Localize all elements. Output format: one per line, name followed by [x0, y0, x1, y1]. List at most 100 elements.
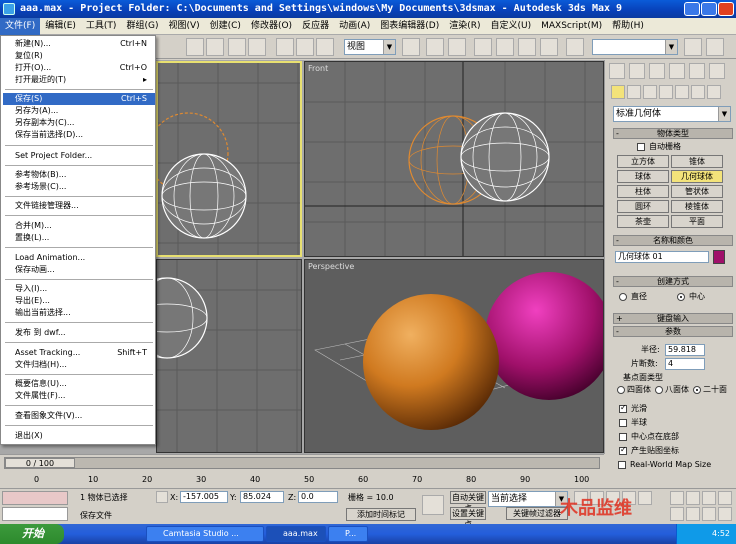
- shapes-icon[interactable]: [627, 85, 641, 99]
- maxscript-mini[interactable]: [2, 507, 68, 521]
- select-by-name-icon[interactable]: [206, 38, 224, 56]
- rollout-keyboard-entry[interactable]: + 键盘输入: [613, 313, 733, 324]
- menu-file[interactable]: 文件(F): [0, 18, 41, 35]
- cameras-icon[interactable]: [659, 85, 673, 99]
- menu-item-publish-dwf[interactable]: 发布 到 dwf...: [3, 327, 155, 339]
- real-world-map-checkbox[interactable]: [618, 461, 626, 469]
- viewport-top[interactable]: [156, 61, 302, 257]
- autogrid-checkbox[interactable]: [637, 143, 645, 151]
- zoom-icon[interactable]: [670, 491, 684, 505]
- menu-item-file-properties[interactable]: 文件属性(F)...: [3, 390, 155, 402]
- menu-tools[interactable]: 工具(T): [81, 18, 122, 35]
- menu-help[interactable]: 帮助(H): [607, 18, 649, 35]
- center-radio[interactable]: [677, 293, 685, 301]
- taskbar-item-camtasia[interactable]: Camtasia Studio ...: [146, 526, 264, 542]
- orbit-icon[interactable]: [702, 507, 716, 521]
- bind-spacewarp-icon[interactable]: [448, 38, 466, 56]
- torus-button[interactable]: 圆环: [617, 200, 669, 213]
- goto-end-icon[interactable]: [638, 491, 652, 505]
- lock-selection-icon[interactable]: [156, 491, 168, 503]
- viewport-front[interactable]: Front: [304, 61, 604, 257]
- tube-button[interactable]: 管状体: [671, 185, 723, 198]
- y-coord-input[interactable]: 85.024: [240, 491, 284, 503]
- maxscript-listener[interactable]: [2, 491, 68, 505]
- x-coord-input[interactable]: -157.005: [180, 491, 228, 503]
- align-icon[interactable]: [706, 38, 724, 56]
- modify-tab-icon[interactable]: [629, 63, 645, 79]
- snap-icon[interactable]: [474, 38, 492, 56]
- icosa-radio[interactable]: [693, 386, 701, 394]
- display-tab-icon[interactable]: [689, 63, 705, 79]
- named-selection-combo[interactable]: ▼: [592, 39, 678, 55]
- object-color-swatch[interactable]: [713, 250, 725, 264]
- cone-button[interactable]: 锥体: [671, 155, 723, 168]
- viewport-left[interactable]: [156, 259, 302, 453]
- radius-input[interactable]: 59.818: [665, 344, 705, 356]
- menu-item-set-project-folder[interactable]: Set Project Folder...: [3, 150, 155, 162]
- move-icon[interactable]: [276, 38, 294, 56]
- menu-item-save[interactable]: 保存(S) Ctrl+S: [3, 93, 155, 105]
- menu-graph-editors[interactable]: 图表编辑器(D): [375, 18, 444, 35]
- menu-item-open-recent[interactable]: 打开最近的(T) ▸: [3, 74, 155, 86]
- create-tab-icon[interactable]: [609, 63, 625, 79]
- menu-item-exit[interactable]: 退出(X): [3, 430, 155, 442]
- rollout-parameters[interactable]: - 参数: [613, 326, 733, 337]
- menu-item-save-animation[interactable]: 保存动画...: [3, 264, 155, 276]
- menu-item-export-selected[interactable]: 输出当前选择...: [3, 307, 155, 319]
- geosphere-button[interactable]: 几何球体: [671, 170, 723, 183]
- geometry-icon[interactable]: [611, 85, 625, 99]
- cylinder-button[interactable]: 柱体: [617, 185, 669, 198]
- box-button[interactable]: 立方体: [617, 155, 669, 168]
- fov-icon[interactable]: [670, 507, 684, 521]
- gen-map-coords-checkbox[interactable]: [619, 445, 627, 455]
- minimize-button[interactable]: [684, 2, 700, 16]
- menu-group[interactable]: 群组(G): [121, 18, 163, 35]
- taskbar-item-max[interactable]: aaa.max: [266, 526, 326, 542]
- menu-edit[interactable]: 编辑(E): [40, 18, 81, 35]
- menu-item-view-image-file[interactable]: 查看图象文件(V)...: [3, 410, 155, 422]
- teapot-button[interactable]: 茶壶: [617, 215, 669, 228]
- key-filters-button[interactable]: 关键帧过滤器: [506, 507, 568, 520]
- z-coord-input[interactable]: 0.0: [298, 491, 338, 503]
- menu-item-reset[interactable]: 复位(R): [3, 50, 155, 62]
- category-combo[interactable]: 标准几何体 ▼: [613, 106, 731, 122]
- select-link-icon[interactable]: [426, 38, 444, 56]
- menu-item-save-copy-as[interactable]: 另存副本为(C)...: [3, 117, 155, 129]
- menu-item-summary-info[interactable]: 概要信息(U)...: [3, 378, 155, 390]
- diameter-radio[interactable]: [619, 293, 627, 301]
- utilities-tab-icon[interactable]: [709, 63, 725, 79]
- pivot-icon[interactable]: [402, 38, 420, 56]
- rollout-name-color[interactable]: - 名称和颜色: [613, 235, 733, 246]
- rotate-icon[interactable]: [296, 38, 314, 56]
- viewport-perspective[interactable]: Perspective: [304, 259, 604, 453]
- menu-item-export[interactable]: 导出(E)...: [3, 295, 155, 307]
- object-name-input[interactable]: 几何球体 01: [615, 251, 709, 263]
- add-time-tag-button[interactable]: 添加时间标记: [346, 508, 416, 521]
- close-button[interactable]: [718, 2, 734, 16]
- rect-select-icon[interactable]: [228, 38, 246, 56]
- taskbar-item-p[interactable]: P...: [328, 526, 368, 542]
- sphere-button[interactable]: 球体: [617, 170, 669, 183]
- auto-key-button[interactable]: 自动关键点: [450, 491, 486, 513]
- pyramid-button[interactable]: 棱锥体: [671, 200, 723, 213]
- menu-item-import[interactable]: 导入(I)...: [3, 283, 155, 295]
- start-button[interactable]: 开始: [0, 524, 64, 544]
- menu-item-open[interactable]: 打开(O)... Ctrl+O: [3, 62, 155, 74]
- menu-item-save-selected[interactable]: 保存当前选择(D)...: [3, 129, 155, 141]
- key-icon[interactable]: [422, 495, 444, 515]
- edit-named-sel-icon[interactable]: [566, 38, 584, 56]
- menu-item-xref-scene[interactable]: 参考场景(C)...: [3, 181, 155, 193]
- hierarchy-tab-icon[interactable]: [649, 63, 665, 79]
- rollout-object-type[interactable]: - 物体类型: [613, 128, 733, 139]
- lights-icon[interactable]: [643, 85, 657, 99]
- menu-item-merge[interactable]: 合并(M)...: [3, 220, 155, 232]
- helpers-icon[interactable]: [675, 85, 689, 99]
- smooth-checkbox[interactable]: [619, 403, 627, 413]
- select-icon[interactable]: [186, 38, 204, 56]
- menu-item-replace[interactable]: 置换(L)...: [3, 232, 155, 244]
- menu-item-save-as[interactable]: 另存为(A)...: [3, 105, 155, 117]
- menu-modifiers[interactable]: 修改器(O): [246, 18, 297, 35]
- octa-radio[interactable]: [655, 386, 663, 394]
- menu-item-xref-objects[interactable]: 参考物体(B)...: [3, 169, 155, 181]
- spinner-snap-icon[interactable]: [540, 38, 558, 56]
